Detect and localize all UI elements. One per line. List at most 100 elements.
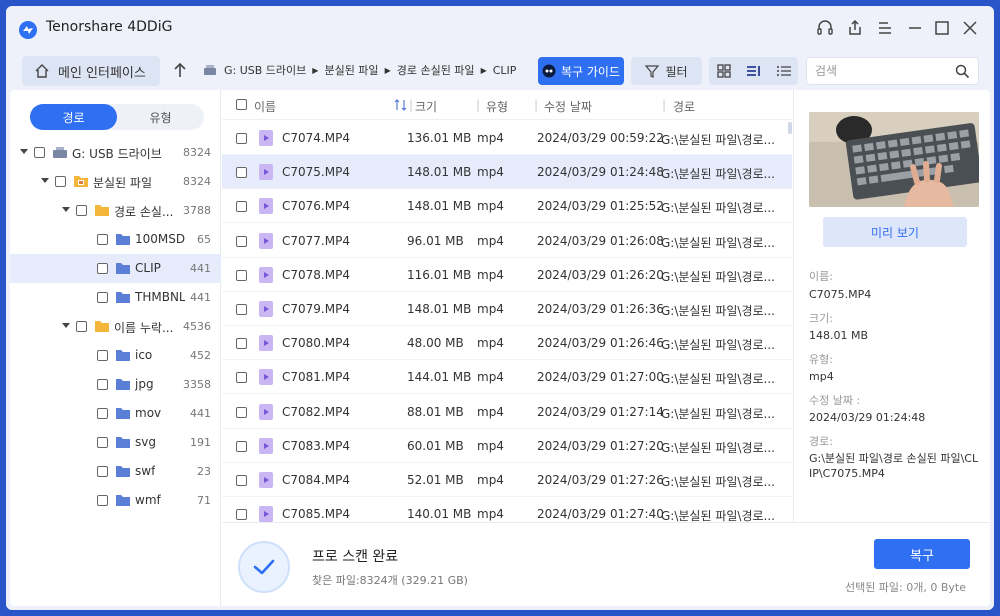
column-header-date[interactable]: 수정 날짜 — [544, 98, 592, 115]
tree-item[interactable]: 100MSDCF 65 — [10, 225, 221, 254]
recover-button[interactable]: 복구 — [874, 539, 970, 569]
tree-checkbox[interactable] — [55, 176, 66, 187]
row-checkbox[interactable] — [236, 235, 247, 247]
table-row[interactable]: C7084.MP4 52.01 MB mp4 2024/03/29 01:27:26 G… — [222, 463, 792, 497]
tree-checkbox[interactable] — [97, 437, 108, 448]
row-checkbox[interactable] — [236, 440, 247, 452]
file-list: 이름 | 크기 | 유형 | 수정 날짜 | 경로 C7074.MP4 136.0… — [222, 90, 792, 522]
tree-item[interactable]: THMBNL 441 — [10, 283, 221, 312]
row-checkbox[interactable] — [236, 509, 247, 521]
tree-item[interactable]: G: USB 드라이브 8324 — [10, 138, 221, 167]
breadcrumb-item[interactable]: 경로 손실된 파일 — [397, 62, 475, 78]
preview-button[interactable]: 미리 보기 — [823, 217, 967, 247]
up-arrow-icon[interactable] — [170, 60, 190, 80]
row-checkbox[interactable] — [236, 338, 247, 350]
row-checkbox[interactable] — [236, 406, 247, 418]
row-checkbox[interactable] — [236, 201, 247, 213]
filter-button[interactable]: 필터 — [631, 57, 702, 85]
tree-checkbox[interactable] — [97, 350, 108, 361]
detail-view-icon[interactable] — [745, 63, 763, 79]
row-checkbox[interactable] — [236, 269, 247, 281]
column-header-size[interactable]: 크기 — [415, 98, 437, 115]
toolbar: 메인 인터페이스 G: USB 드라이브 ▶ 분실된 파일 ▶ 경로 손실된 파… — [6, 50, 994, 90]
menu-icon[interactable] — [874, 17, 896, 39]
tree-item[interactable]: jpg 3358 — [10, 370, 221, 399]
tree-item-label: 경로 손실... — [114, 205, 174, 219]
close-icon[interactable] — [959, 17, 981, 39]
home-button[interactable]: 메인 인터페이스 — [22, 56, 160, 86]
tree-item[interactable]: ico 452 — [10, 341, 221, 370]
row-checkbox[interactable] — [236, 133, 247, 144]
tab-type[interactable]: 유형 — [117, 104, 204, 130]
table-row[interactable]: C7076.MP4 148.01 MB mp4 2024/03/29 01:25:52… — [222, 189, 792, 224]
tree-item[interactable]: 경로 손실... 3788 — [10, 196, 221, 225]
tree-checkbox[interactable] — [97, 234, 108, 245]
tree-item[interactable]: mov 441 — [10, 399, 221, 428]
maximize-icon[interactable] — [931, 17, 953, 39]
tree-item-label: CLIP — [135, 261, 161, 275]
tree-checkbox[interactable] — [97, 495, 108, 506]
table-row[interactable]: C7075.MP4 148.01 MB mp4 2024/03/29 01:24:48… — [222, 155, 792, 190]
table-row[interactable]: C7074.MP4 136.01 MB mp4 2024/03/29 00:59:22… — [222, 121, 792, 155]
table-row[interactable]: C7083.MP4 60.01 MB mp4 2024/03/29 01:27:20 G… — [222, 429, 792, 463]
minimize-icon[interactable] — [904, 17, 926, 39]
tree-checkbox[interactable] — [97, 292, 108, 303]
search-input[interactable] — [815, 64, 945, 78]
tab-path[interactable]: 경로 — [30, 104, 117, 130]
cell-date: 2024/03/29 01:26:36 — [537, 302, 664, 316]
table-row[interactable]: C7085.MP4 140.01 MB mp4 2024/03/29 01:27:40… — [222, 497, 792, 522]
breadcrumb-separator-icon: ▶ — [384, 65, 391, 75]
table-row[interactable]: C7081.MP4 144.01 MB mp4 2024/03/29 01:27:00… — [222, 360, 792, 395]
row-checkbox[interactable] — [236, 304, 247, 315]
tree-item[interactable]: CLIP 441 — [10, 254, 221, 283]
expand-arrow-icon[interactable] — [20, 149, 28, 154]
select-all-checkbox[interactable] — [236, 99, 247, 110]
folder-icon — [116, 350, 130, 361]
search-icon[interactable] — [955, 64, 970, 79]
row-checkbox[interactable] — [236, 372, 247, 384]
scan-complete-icon — [238, 541, 290, 593]
video-file-icon — [259, 335, 273, 352]
breadcrumb: G: USB 드라이브 ▶ 분실된 파일 ▶ 경로 손실된 파일 ▶ CLIP — [202, 62, 516, 78]
table-row[interactable]: C7079.MP4 148.01 MB mp4 2024/03/29 01:26:36… — [222, 292, 792, 326]
support-headset-icon[interactable] — [814, 17, 836, 39]
table-row[interactable]: C7078.MP4 116.01 MB mp4 2024/03/29 01:26:20… — [222, 258, 792, 292]
scrollbar-thumb[interactable] — [788, 122, 792, 134]
tree-checkbox[interactable] — [34, 147, 45, 158]
expand-arrow-icon[interactable] — [62, 207, 70, 212]
breadcrumb-item[interactable]: 분실된 파일 — [324, 62, 378, 78]
tree-item[interactable]: 분실된 파일 8324 — [10, 167, 221, 196]
tree-checkbox[interactable] — [76, 321, 87, 332]
table-row[interactable]: C7077.MP4 96.01 MB mp4 2024/03/29 01:26:08 G… — [222, 224, 792, 258]
share-icon[interactable] — [844, 17, 866, 39]
tree-item[interactable]: wmf 71 — [10, 486, 221, 515]
folder-icon — [95, 321, 109, 332]
table-row[interactable]: C7080.MP4 48.00 MB mp4 2024/03/29 01:26:46 G… — [222, 326, 792, 361]
tree-checkbox[interactable] — [76, 205, 87, 216]
tree-checkbox[interactable] — [97, 379, 108, 390]
list-view-icon[interactable] — [776, 63, 792, 79]
row-checkbox[interactable] — [236, 167, 247, 179]
tree-checkbox[interactable] — [97, 466, 108, 477]
row-checkbox[interactable] — [236, 475, 247, 486]
column-header-path[interactable]: 경로 — [673, 98, 695, 115]
breadcrumb-item[interactable]: CLIP — [493, 64, 517, 77]
tree-checkbox[interactable] — [97, 408, 108, 419]
breadcrumb-item[interactable]: G: USB 드라이브 — [224, 62, 306, 78]
tree-item-label: swf — [135, 464, 156, 478]
expand-arrow-icon[interactable] — [62, 323, 70, 328]
tree-checkbox[interactable] — [97, 263, 108, 274]
sort-icon[interactable] — [394, 99, 408, 111]
app-logo-icon — [19, 21, 37, 39]
tree-item[interactable]: 이름 누락... 4536 — [10, 312, 221, 341]
tree-item[interactable]: swf 23 — [10, 457, 221, 486]
cell-date: 2024/03/29 00:59:22 — [537, 131, 664, 145]
recovery-guide-button[interactable]: 복구 가이드 — [538, 57, 624, 85]
tree-item-count: 23 — [197, 465, 211, 478]
column-header-name[interactable]: 이름 — [254, 98, 276, 115]
expand-arrow-icon[interactable] — [41, 178, 49, 183]
table-row[interactable]: C7082.MP4 88.01 MB mp4 2024/03/29 01:27:14 G… — [222, 395, 792, 429]
tree-item[interactable]: svg 191 — [10, 428, 221, 457]
grid-view-icon[interactable] — [716, 63, 732, 79]
column-header-type[interactable]: 유형 — [486, 98, 508, 115]
